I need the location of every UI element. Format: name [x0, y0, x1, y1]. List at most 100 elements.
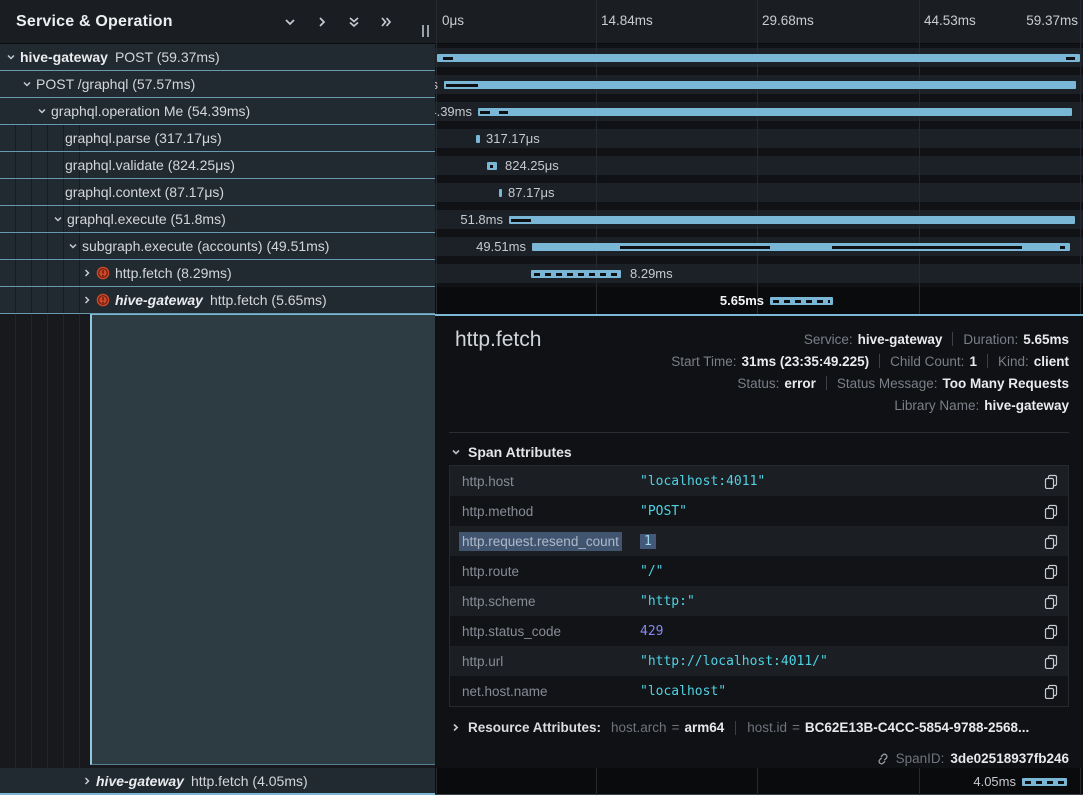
span-duration-label: 8.29ms [630, 266, 673, 281]
span-bar[interactable] [499, 189, 502, 197]
chevron-down-icon[interactable] [283, 15, 297, 29]
span-tree-panel: Service & Operation hive-gateway POST (5… [0, 0, 435, 795]
span-name: http.fetch (5.65ms) [210, 292, 327, 308]
tree-row-selected[interactable]: hive-gateway http.fetch (5.65ms) [0, 287, 435, 314]
attribute-key: http.route [450, 564, 640, 579]
span-name: graphql.operation Me (54.39ms) [51, 103, 250, 119]
attribute-row: http.route "/" [450, 556, 1068, 586]
kind-label: Kind: [998, 354, 1029, 369]
span-bar[interactable] [478, 108, 1072, 116]
timeline-row: 54.39ms [435, 98, 1083, 125]
copy-button[interactable] [1034, 564, 1068, 579]
child-count-label: Child Count: [890, 354, 964, 369]
span-bar[interactable] [770, 297, 833, 305]
span-duration-label: 5.65ms [720, 293, 764, 308]
span-duration-label: 49.51ms [476, 239, 526, 254]
tree-row[interactable]: subgraph.execute (accounts) (49.51ms) [0, 233, 435, 260]
chevron-right-icon[interactable] [82, 776, 92, 786]
link-icon[interactable] [876, 752, 890, 766]
span-bar[interactable] [487, 162, 497, 170]
span-id-value: 3de02518937fb246 [950, 751, 1069, 766]
split-drag-handle[interactable] [422, 25, 429, 37]
ruler-tick: 59.37ms [1026, 13, 1078, 28]
timeline-panel: 0μs 14.84ms 29.68ms 44.53ms 59.37ms 57.5… [435, 0, 1083, 795]
tree-row[interactable]: graphql.operation Me (54.39ms) [0, 98, 435, 125]
timeline-row: 51.8ms [435, 206, 1083, 233]
span-name: POST (59.37ms) [115, 49, 220, 65]
trace-viewer: 0μs 14.84ms 29.68ms 44.53ms 59.37ms 57.5… [0, 0, 1083, 795]
span-bar[interactable] [444, 81, 1076, 89]
copy-button[interactable] [1034, 474, 1068, 489]
ruler-tick: 44.53ms [924, 13, 976, 28]
span-duration-label: 87.17μs [508, 185, 555, 200]
span-name: graphql.validate (824.25μs) [65, 157, 235, 173]
span-bar[interactable] [531, 270, 621, 278]
span-duration-label: 317.17μs [486, 131, 540, 146]
span-attributes-header[interactable]: Span Attributes [451, 444, 572, 460]
attribute-key: http.url [450, 654, 640, 669]
attribute-value: "localhost:4011" [640, 474, 1034, 489]
attribute-value: "http://localhost:4011/" [640, 654, 1034, 669]
span-id-row: SpanID: 3de02518937fb246 [876, 751, 1069, 766]
resource-key: host.id [747, 720, 787, 735]
chevron-down-icon[interactable] [68, 241, 78, 251]
span-name: POST /graphql (57.57ms) [36, 76, 195, 92]
copy-button[interactable] [1034, 654, 1068, 669]
attribute-key: http.request.resend_count [450, 534, 640, 549]
copy-button[interactable] [1034, 534, 1068, 549]
span-bar[interactable] [476, 135, 480, 143]
span-bar[interactable] [509, 216, 1075, 224]
chevron-down-icon[interactable] [6, 52, 16, 62]
tree-row[interactable]: hive-gateway http.fetch (4.05ms) [0, 768, 435, 795]
tree-row[interactable]: http.fetch (8.29ms) [0, 260, 435, 287]
attribute-row: net.host.name "localhost" [450, 676, 1068, 706]
chevron-right-icon[interactable] [315, 15, 329, 29]
start-time-value: 31ms (23:35:49.225) [742, 354, 870, 369]
attribute-row: http.status_code 429 [450, 616, 1068, 646]
double-chevron-right-icon[interactable] [379, 15, 393, 29]
chevron-right-icon[interactable] [82, 268, 92, 278]
span-attributes-title: Span Attributes [468, 444, 572, 460]
service-value: hive-gateway [858, 332, 943, 347]
tree-row[interactable]: graphql.validate (824.25μs) [0, 152, 435, 179]
chevron-down-icon[interactable] [22, 79, 32, 89]
span-name: http.fetch (8.29ms) [115, 265, 232, 281]
chevron-down-icon[interactable] [37, 106, 47, 116]
attribute-value: "/" [640, 564, 1034, 579]
attribute-value: 429 [640, 624, 1034, 639]
double-chevron-down-icon[interactable] [347, 15, 361, 29]
copy-icon [1044, 564, 1058, 579]
chevron-down-icon[interactable] [53, 214, 63, 224]
span-bar[interactable] [1022, 778, 1067, 786]
timeline-row: 49.51ms [435, 233, 1083, 260]
tree-row[interactable]: POST /graphql (57.57ms) [0, 71, 435, 98]
tree-row[interactable]: graphql.execute (51.8ms) [0, 206, 435, 233]
timeline-row: 824.25μs [435, 152, 1083, 179]
service-name: hive-gateway [20, 49, 108, 65]
service-name: hive-gateway [115, 292, 203, 308]
attribute-row-selected: http.request.resend_count 1 [450, 526, 1068, 556]
tree-row[interactable]: graphql.context (87.17μs) [0, 179, 435, 206]
copy-button[interactable] [1034, 684, 1068, 699]
resource-attributes-row[interactable]: Resource Attributes: host.arch = arm64 h… [451, 720, 1069, 735]
service-label: Service: [804, 332, 853, 347]
library-name-value: hive-gateway [984, 398, 1069, 413]
span-bar[interactable] [532, 243, 1070, 251]
span-bar[interactable] [437, 54, 1080, 62]
span-duration-label: 54.39ms [435, 104, 472, 119]
copy-button[interactable] [1034, 594, 1068, 609]
start-time-label: Start Time: [671, 354, 736, 369]
copy-icon [1044, 594, 1058, 609]
error-icon [96, 266, 110, 280]
tree-row[interactable]: hive-gateway POST (59.37ms) [0, 44, 435, 71]
tree-row[interactable]: graphql.parse (317.17μs) [0, 125, 435, 152]
copy-button[interactable] [1034, 504, 1068, 519]
attribute-value: "localhost" [640, 684, 1034, 699]
span-name: subgraph.execute (accounts) (49.51ms) [82, 238, 329, 254]
service-name: hive-gateway [96, 773, 184, 789]
copy-icon [1044, 534, 1058, 549]
chevron-right-icon[interactable] [82, 295, 92, 305]
copy-button[interactable] [1034, 624, 1068, 639]
ruler-tick: 14.84ms [601, 13, 653, 28]
equals-sign: = [792, 720, 800, 735]
